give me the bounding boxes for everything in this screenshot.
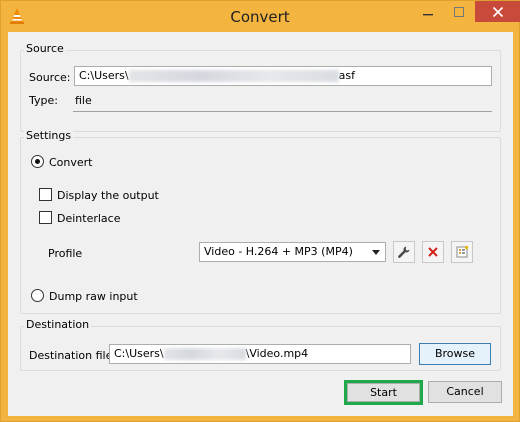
settings-group: Settings Convert Display the output Dein… xyxy=(20,129,501,314)
minimize-icon xyxy=(423,13,433,15)
edit-profile-button[interactable] xyxy=(393,241,415,263)
minimize-button[interactable] xyxy=(413,1,443,22)
destination-path-field[interactable]: C:\Users\ \Video.mp4 xyxy=(109,344,411,364)
dump-raw-label: Dump raw input xyxy=(49,290,138,303)
settings-group-title: Settings xyxy=(24,129,74,142)
maximize-icon xyxy=(454,6,464,17)
source-label: Source: xyxy=(29,71,71,84)
convert-label: Convert xyxy=(49,156,93,169)
close-icon xyxy=(492,6,503,17)
destination-path-suffix: \Video.mp4 xyxy=(245,347,309,360)
source-path-prefix: C:\Users\ xyxy=(79,69,129,82)
source-separator xyxy=(73,111,492,112)
start-button[interactable]: Start xyxy=(347,383,420,402)
destination-file-label: Destination file: xyxy=(29,349,117,362)
cancel-label: Cancel xyxy=(446,385,484,398)
source-group: Source Source: C:\Users\ asf Type: file xyxy=(20,42,501,132)
delete-icon xyxy=(428,247,438,257)
deinterlace-label: Deinterlace xyxy=(57,212,121,225)
new-profile-button[interactable] xyxy=(451,241,473,263)
new-profile-icon xyxy=(456,245,469,258)
display-output-checkbox[interactable] xyxy=(39,188,52,201)
close-button[interactable] xyxy=(475,1,520,22)
start-label: Start xyxy=(370,386,397,399)
destination-group-title: Destination xyxy=(24,318,92,331)
type-value: file xyxy=(75,94,92,107)
source-path-field[interactable]: C:\Users\ asf xyxy=(74,66,492,86)
convert-radio[interactable] xyxy=(31,155,44,168)
profile-label: Profile xyxy=(48,247,83,260)
destination-group: Destination Destination file: C:\Users\ \… xyxy=(20,318,501,371)
dialog-body: Source Source: C:\Users\ asf Type: file S… xyxy=(8,32,513,416)
type-label: Type: xyxy=(29,94,58,107)
dump-raw-radio[interactable] xyxy=(31,289,44,302)
source-group-title: Source xyxy=(24,42,66,55)
delete-profile-button[interactable] xyxy=(422,241,444,263)
maximize-button[interactable] xyxy=(444,1,474,22)
destination-path-prefix: C:\Users\ xyxy=(114,347,164,360)
deinterlace-checkbox[interactable] xyxy=(39,211,52,224)
convert-window: Convert Source Source: C:\Users\ asf Type… xyxy=(0,0,520,422)
browse-button[interactable]: Browse xyxy=(419,343,491,365)
redacted-path xyxy=(163,348,246,360)
profile-select-value: Video - H.264 + MP3 (MP4) xyxy=(204,245,353,258)
display-output-label: Display the output xyxy=(57,189,159,202)
source-path-suffix: asf xyxy=(338,69,355,82)
browse-label: Browse xyxy=(434,347,476,360)
redacted-path xyxy=(128,70,339,82)
wrench-icon xyxy=(398,246,410,258)
profile-select[interactable]: Video - H.264 + MP3 (MP4) xyxy=(199,242,386,262)
title-bar: Convert xyxy=(1,1,520,32)
chevron-down-icon xyxy=(372,250,380,255)
cancel-button[interactable]: Cancel xyxy=(428,381,502,403)
